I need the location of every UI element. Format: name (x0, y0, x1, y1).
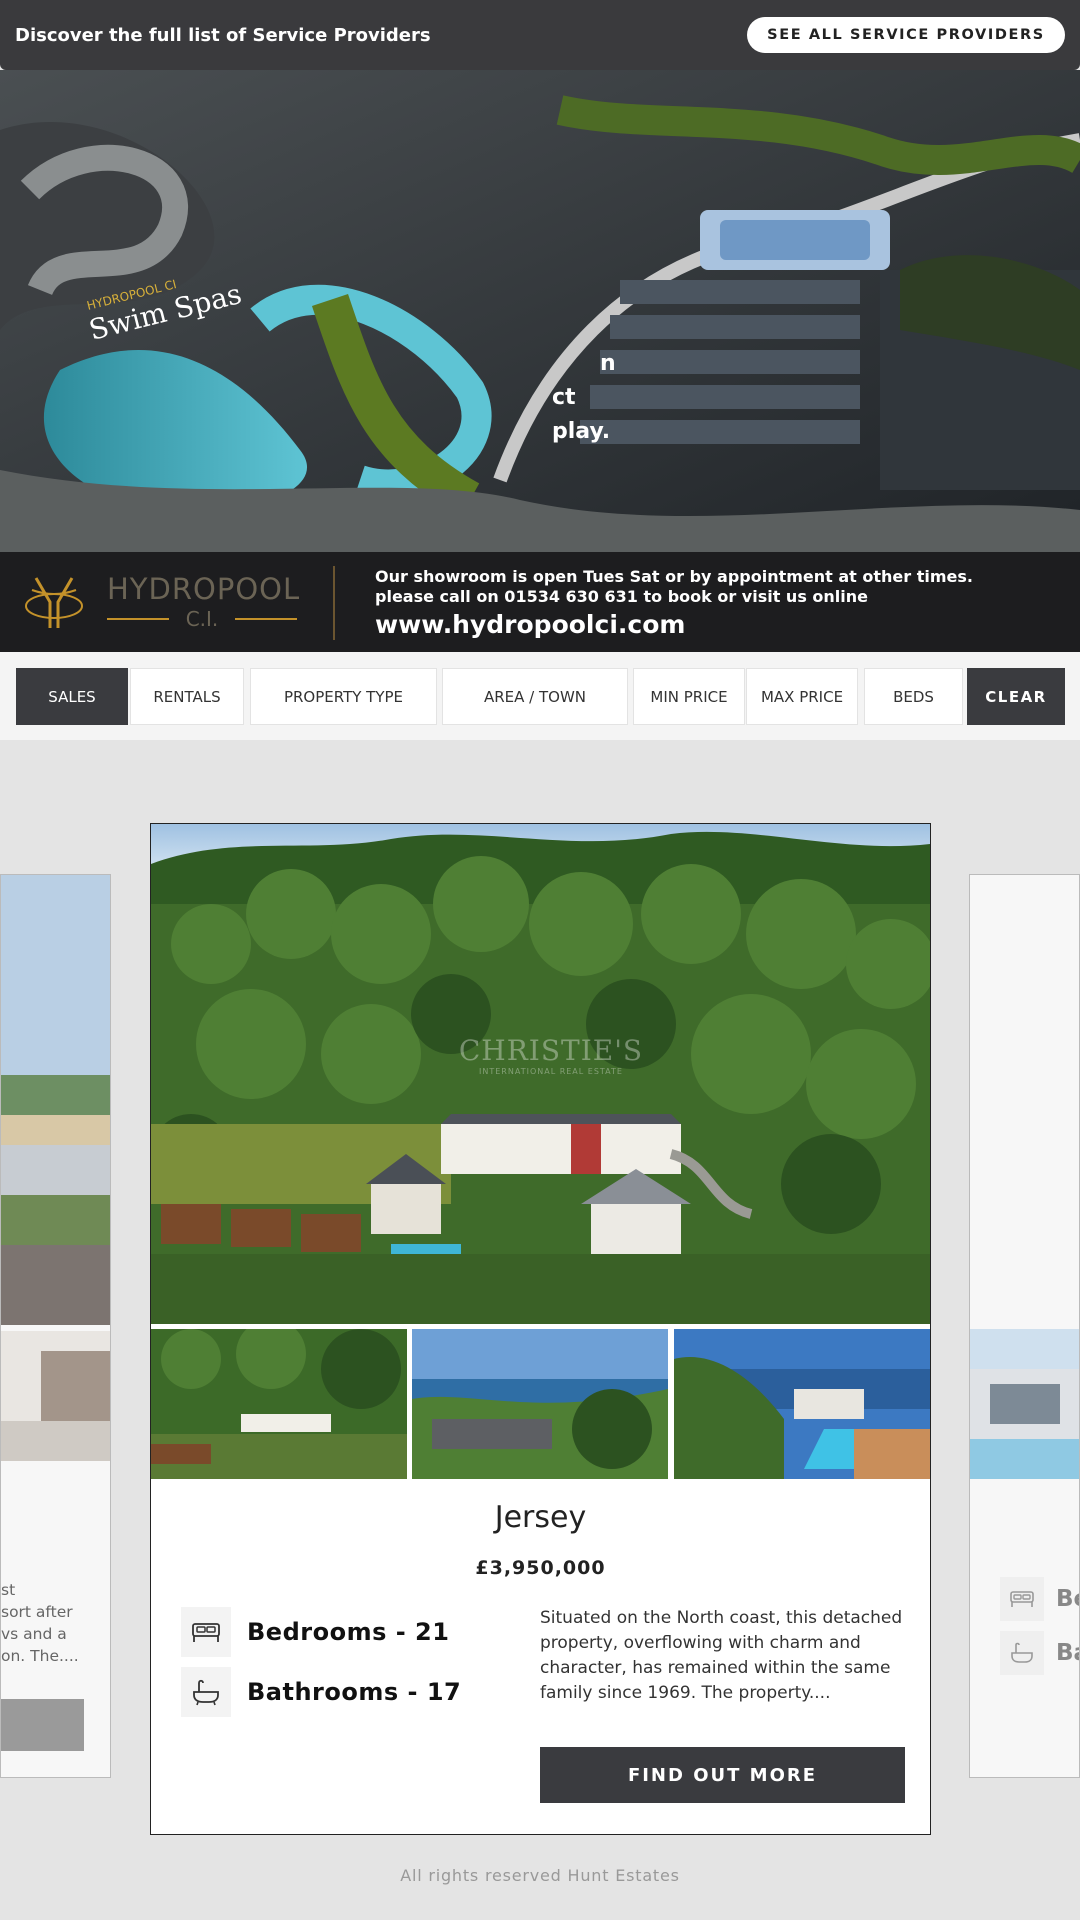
ad-partial-text-3: play. (552, 419, 610, 444)
desc-fragment-1: st (1, 1581, 16, 1599)
previous-property-photo (1, 875, 110, 1325)
filter-min-price-dropdown[interactable]: MIN PRICE (633, 668, 745, 725)
property-thumbnail-3[interactable] (674, 1329, 930, 1479)
property-thumbnail-2[interactable] (412, 1329, 668, 1479)
filter-rentals-button[interactable]: RENTALS (130, 668, 244, 725)
filter-property-type-dropdown[interactable]: PROPERTY TYPE (250, 668, 437, 725)
filter-beds-dropdown[interactable]: BEDS (864, 668, 963, 725)
find-out-more-button[interactable]: FIND OUT MORE (540, 1747, 905, 1803)
next-bedrooms-label: Be (1056, 1586, 1079, 1612)
hydropool-brand-sub: C.I. (185, 607, 219, 631)
next-bathrooms-label: Ba (1056, 1640, 1079, 1666)
ad-partial-text-2: ct (552, 385, 576, 410)
property-filter-bar: SALES RENTALS PROPERTY TYPE AREA / TOWN … (0, 652, 1080, 740)
ad-showroom-info: Our showroom is open Tues Sat or by appo… (375, 567, 973, 607)
property-card[interactable]: CHRISTIE'S INTERNATIONAL REAL ESTATE Jer… (150, 823, 931, 1835)
thumbnail-coast-photo (412, 1329, 668, 1479)
brand-line-right (235, 618, 297, 620)
property-price: £3,950,000 (475, 1557, 606, 1579)
bathrooms-spec: Bathrooms - 17 (181, 1667, 461, 1717)
ad-info-line-1: Our showroom is open Tues Sat or by appo… (375, 567, 973, 586)
swim-spa-photo: HYDROPOOL CI Swim Spas n ct play. (0, 70, 1080, 552)
bed-icon (181, 1607, 231, 1657)
desc-fragment-3: vs and a (1, 1625, 67, 1643)
hydropool-ad-footer[interactable]: HYDROPOOL C.I. Our showroom is open Tues… (0, 552, 1080, 652)
bed-icon (1000, 1577, 1044, 1621)
next-property-thumb (970, 1329, 1079, 1479)
service-providers-bar: Discover the full list of Service Provid… (0, 0, 1080, 70)
bath-icon (181, 1667, 231, 1717)
hydropool-ad-banner[interactable]: HYDROPOOL CI Swim Spas n ct play. (0, 70, 1080, 552)
property-thumbnail-1[interactable] (151, 1329, 407, 1479)
filter-clear-button[interactable]: CLEAR (967, 668, 1065, 725)
watermark-subtext: INTERNATIONAL REAL ESTATE (479, 1067, 623, 1076)
filter-sales-button[interactable]: SALES (16, 668, 128, 725)
property-title: Jersey (494, 1500, 587, 1535)
ad-info-line-2: please call on 01534 630 631 to book or … (375, 587, 869, 606)
bath-icon (1000, 1631, 1044, 1675)
ad-website-link[interactable]: www.hydropoolci.com (375, 610, 685, 639)
previous-property-thumb (1, 1331, 110, 1461)
bedrooms-spec: Bedrooms - 21 (181, 1607, 449, 1657)
ad-divider (333, 566, 335, 640)
next-bedrooms-spec: Be (1000, 1577, 1079, 1621)
property-card-next[interactable]: Be Ba (969, 874, 1080, 1778)
property-card-previous[interactable]: st sort after vs and a on. The.... (0, 874, 111, 1778)
hydropool-logo-icon (25, 577, 83, 628)
desc-fragment-4: on. The.... (1, 1647, 79, 1665)
watermark-text: CHRISTIE'S (458, 1034, 644, 1067)
previous-property-description: st sort after vs and a on. The.... (1, 1579, 110, 1667)
previous-find-out-more-button[interactable] (1, 1699, 84, 1751)
thumbnail-pool-photo (674, 1329, 930, 1479)
property-description: Situated on the North coast, this detach… (540, 1608, 903, 1703)
next-bathrooms-spec: Ba (1000, 1631, 1079, 1675)
filter-area-town-dropdown[interactable]: AREA / TOWN (442, 668, 628, 725)
desc-fragment-2: sort after (1, 1603, 73, 1621)
service-providers-text: Discover the full list of Service Provid… (15, 24, 431, 46)
bathrooms-count: Bathrooms - 17 (247, 1678, 462, 1706)
see-all-service-providers-button[interactable]: SEE ALL SERVICE PROVIDERS (747, 17, 1065, 53)
hydropool-brand: HYDROPOOL (107, 572, 301, 606)
bedrooms-count: Bedrooms - 21 (247, 1618, 450, 1646)
filter-max-price-dropdown[interactable]: MAX PRICE (746, 668, 858, 725)
christies-watermark: CHRISTIE'S INTERNATIONAL REAL ESTATE (451, 1034, 651, 1076)
ad-partial-text-1: n (600, 351, 616, 376)
footer-copyright: All rights reserved Hunt Estates (400, 1866, 680, 1885)
property-main-photo[interactable]: CHRISTIE'S INTERNATIONAL REAL ESTATE (151, 824, 930, 1324)
thumbnail-estate-photo (151, 1329, 407, 1479)
